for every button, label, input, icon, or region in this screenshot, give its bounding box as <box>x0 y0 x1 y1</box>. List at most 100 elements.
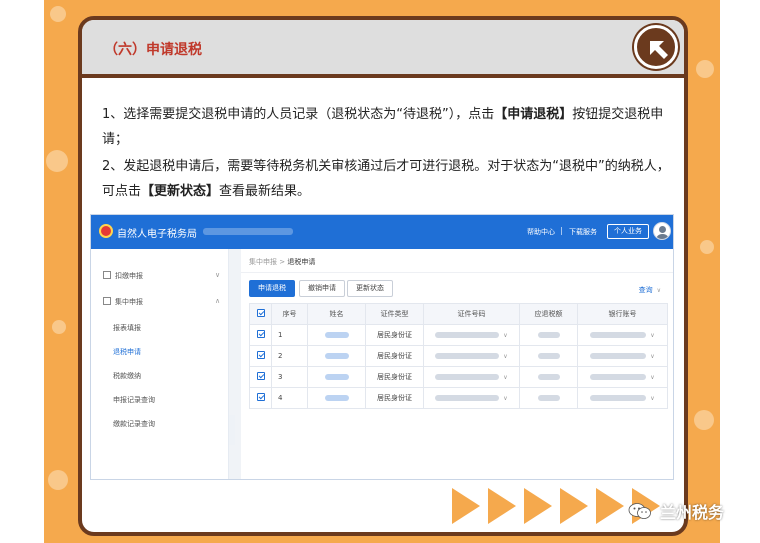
chevron-down-icon: ∨ <box>656 287 661 294</box>
tax-emblem-icon <box>99 224 113 238</box>
sidebar-group-withholding[interactable]: 扣缴申报 <box>103 271 143 281</box>
main-content: 集中申报 > 退税申请 申请退税 撤销申请 更新状态 查询 ∨ 序号 姓名 证件… <box>241 249 673 479</box>
chevron-down-icon: ∨ <box>650 395 655 402</box>
step-2-button-ref: 【更新状态】 <box>141 184 220 199</box>
column-header-id-number: 证件号码 <box>423 303 520 325</box>
personal-business-button[interactable]: 个人业务 <box>607 224 649 239</box>
decor-dot <box>50 6 66 22</box>
table-row[interactable]: 1 居民身份证 ∨ ∨ <box>249 324 668 346</box>
row-id-type: 居民身份证 <box>365 345 424 367</box>
chevron-down-icon: ∨ <box>215 271 221 279</box>
wechat-icon <box>628 502 652 520</box>
instruction-step-1: 1、选择需要提交退税申请的人员记录（退税状态为“待退税”），点击【申请退税】按钮… <box>102 102 672 152</box>
refund-table: 序号 姓名 证件类型 证件号码 应退税额 银行账号 1 居民身份证 ∨ ∨ 2 … <box>249 303 668 409</box>
column-header-index: 序号 <box>271 303 308 325</box>
decor-dot <box>52 320 66 334</box>
top-divider <box>561 227 562 235</box>
account-name: 兰州税务 <box>660 503 725 522</box>
row-id-type: 居民身份证 <box>365 387 424 409</box>
chevron-up-icon: ∧ <box>215 297 221 305</box>
step-2-tail: 查看最新结果。 <box>219 184 311 199</box>
blurred-region <box>203 228 293 235</box>
row-id-number-blurred: ∨ <box>423 387 520 409</box>
decor-dot <box>694 410 714 430</box>
table-row[interactable]: 3 居民身份证 ∨ ∨ <box>249 366 668 388</box>
chevron-down-icon: ∨ <box>503 395 508 402</box>
row-id-number-blurred: ∨ <box>423 345 520 367</box>
row-name-blurred <box>307 387 366 409</box>
row-checkbox[interactable] <box>249 387 272 409</box>
sidebar-item-refund-apply[interactable]: 退税申请 <box>113 347 141 357</box>
instruction-step-2: 2、发起退税申请后，需要等待税务机关审核通过后才可进行退税。对于状态为“退税中”… <box>102 154 672 204</box>
app-brand: 自然人电子税务局 <box>117 229 197 240</box>
row-checkbox[interactable] <box>249 345 272 367</box>
column-header-bank-account: 银行账号 <box>577 303 668 325</box>
app-top-bar: 自然人电子税务局 帮助中心 下载服务 个人业务 <box>91 215 673 249</box>
divider <box>241 272 673 273</box>
chevron-down-icon: ∨ <box>503 353 508 360</box>
decor-dot <box>46 150 68 172</box>
row-id-number-blurred: ∨ <box>423 324 520 346</box>
layout-gap <box>229 249 241 479</box>
arrow-corner-icon <box>634 25 678 69</box>
apply-refund-button[interactable]: 申请退税 <box>249 280 295 297</box>
update-status-button[interactable]: 更新状态 <box>347 280 393 297</box>
column-header-id-type: 证件类型 <box>365 303 424 325</box>
card-header: （六）申请退税 <box>82 20 684 78</box>
row-bank-blurred: ∨ <box>577 345 668 367</box>
row-index: 2 <box>271 345 308 367</box>
report-icon <box>103 271 111 279</box>
decor-dot <box>48 470 68 490</box>
step-1-button-ref: 【申请退税】 <box>494 107 573 122</box>
avatar[interactable] <box>653 222 671 240</box>
checkbox-icon <box>256 351 265 359</box>
column-header-name: 姓名 <box>307 303 366 325</box>
row-checkbox[interactable] <box>249 324 272 346</box>
chevron-down-icon: ∨ <box>650 374 655 381</box>
breadcrumb-parent[interactable]: 集中申报 <box>249 258 277 266</box>
row-bank-blurred: ∨ <box>577 366 668 388</box>
sidebar-item-report-fill[interactable]: 报表填报 <box>113 323 141 333</box>
content-card: （六）申请退税 1、选择需要提交退税申请的人员记录（退税状态为“待退税”），点击… <box>78 16 688 536</box>
breadcrumb: 集中申报 > 退税申请 <box>249 257 315 267</box>
breadcrumb-current: 退税申请 <box>287 258 316 266</box>
row-bank-blurred: ∨ <box>577 324 668 346</box>
row-id-number-blurred: ∨ <box>423 366 520 388</box>
checkbox-icon <box>256 372 265 380</box>
row-name-blurred <box>307 324 366 346</box>
row-name-blurred <box>307 345 366 367</box>
row-name-blurred <box>307 366 366 388</box>
sidebar-collapse-handle[interactable] <box>229 415 235 445</box>
download-link[interactable]: 下载服务 <box>569 227 597 237</box>
row-checkbox[interactable] <box>249 366 272 388</box>
row-id-type: 居民身份证 <box>365 366 424 388</box>
checkbox-icon <box>256 309 265 317</box>
embedded-app-screenshot: 自然人电子税务局 帮助中心 下载服务 个人业务 扣缴申报 ∨ 集中申报 ∧ 报表… <box>90 214 674 480</box>
help-center-link[interactable]: 帮助中心 <box>527 227 555 237</box>
query-link[interactable]: 查询 ∨ <box>639 285 661 295</box>
sidebar-item-tax-payment[interactable]: 税款缴纳 <box>113 371 141 381</box>
column-header-refund-amount: 应退税额 <box>519 303 578 325</box>
chevron-down-icon: ∨ <box>650 332 655 339</box>
row-amount-blurred <box>519 387 578 409</box>
select-all-checkbox[interactable] <box>249 303 272 325</box>
table-row[interactable]: 2 居民身份证 ∨ ∨ <box>249 345 668 367</box>
chevron-down-icon: ∨ <box>650 353 655 360</box>
section-title: （六）申请退税 <box>104 42 202 58</box>
decor-dot <box>696 60 714 78</box>
chevron-down-icon: ∨ <box>503 332 508 339</box>
row-amount-blurred <box>519 366 578 388</box>
checkbox-icon <box>256 330 265 338</box>
decor-dot <box>700 240 714 254</box>
sidebar-item-payment-records[interactable]: 缴款记录查询 <box>113 419 155 429</box>
table-row[interactable]: 4 居民身份证 ∨ ∨ <box>249 387 668 409</box>
row-amount-blurred <box>519 345 578 367</box>
sidebar-item-declare-records[interactable]: 申报记录查询 <box>113 395 155 405</box>
row-index: 1 <box>271 324 308 346</box>
row-id-type: 居民身份证 <box>365 324 424 346</box>
revoke-application-button[interactable]: 撤销申请 <box>299 280 345 297</box>
sidebar-group-centralized[interactable]: 集中申报 <box>103 297 143 307</box>
chevron-down-icon: ∨ <box>503 374 508 381</box>
report-icon <box>103 297 111 305</box>
sidebar: 扣缴申报 ∨ 集中申报 ∧ 报表填报 退税申请 税款缴纳 申报记录查询 缴款记录… <box>91 249 229 479</box>
